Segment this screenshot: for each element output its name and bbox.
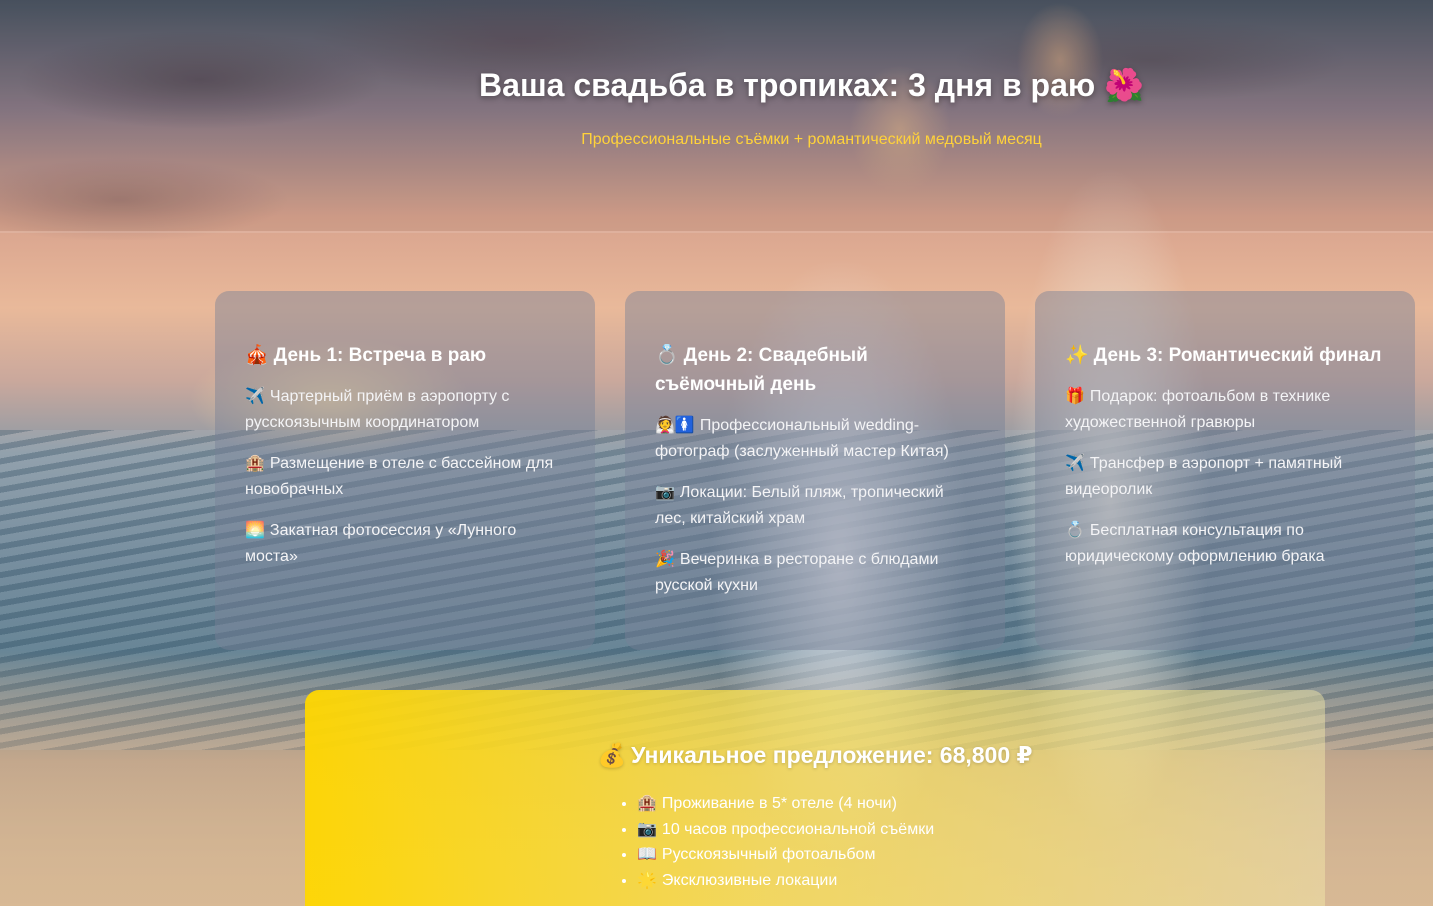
landing-page: Ваша свадьба в тропиках: 3 дня в раю 🌺 П…: [0, 0, 1433, 906]
list-item: 🎁 Подарок: фотоальбом в технике художеств…: [1065, 384, 1387, 436]
list-item-text: Размещение в отеле с бассейном для новоб…: [245, 455, 554, 498]
sunrise-icon: 🌅: [245, 522, 265, 539]
list-item: 🌅 Закатная фотосессия у «Лунного моста»: [245, 518, 567, 570]
page-title-text: Ваша свадьба в тропиках: 3 дня в раю: [479, 67, 1096, 103]
page-subtitle: Профессиональные съёмки + романтический …: [581, 131, 1042, 148]
list-item: 📖Русскоязычный фотоальбом: [637, 842, 1325, 868]
hotel-icon: 🏨: [245, 455, 265, 472]
list-item-text: Трансфер в аэропорт + памятный видеороли…: [1065, 455, 1343, 498]
list-item-text: Локации: Белый пляж, тропический лес, ки…: [655, 484, 944, 527]
list-item: 📷10 часов профессиональной съёмки: [637, 817, 1325, 843]
list-item: 💍 Бесплатная консультация по юридическому…: [1065, 518, 1387, 570]
day-card-1: 🎪 День 1: Встреча в раю ✈️ Чартерный приём…: [215, 291, 595, 650]
offer-block: 💰Уникальное предложение: 68,800 ₽ 🏨Прожи…: [305, 690, 1325, 906]
list-item-text: Закатная фотосессия у «Лунного моста»: [245, 522, 517, 565]
camera-icon: 📷: [655, 484, 675, 501]
list-item-text: 10 часов профессиональной съёмки: [661, 820, 935, 838]
list-item: ✈️ Чартерный приём в аэропорту с русскояз…: [245, 384, 567, 436]
list-item-text: Проживание в 5* отеле (4 ночи): [661, 795, 897, 812]
offer-title-text: Уникальное предложение: 68,800 ₽: [631, 742, 1033, 768]
star-icon: 🌟: [637, 872, 657, 890]
list-item: 👰🚺 Профессиональный wedding-фотограф (зас…: [655, 413, 977, 465]
day-card-title: 💍 День 2: Свадебный съёмочный день: [655, 341, 977, 399]
list-item: 🏨 Размещение в отеле с бассейном для ново…: [245, 451, 567, 503]
list-item-text: Профессиональный wedding-фотограф (заслу…: [655, 417, 949, 460]
money-bag-icon: 💰: [597, 742, 627, 768]
list-item: 🌟Эксклюзивные локации: [637, 868, 1325, 894]
list-item-text: Бесплатная консультация по юридическому …: [1065, 522, 1325, 565]
airplane-icon: ✈️: [245, 388, 265, 405]
camera-icon: 📷: [637, 820, 657, 838]
list-item-text: Русскоязычный фотоальбом: [661, 846, 876, 864]
day-card-title: 🎪 День 1: Встреча в раю: [245, 341, 567, 370]
ring-icon: 💍: [1065, 522, 1085, 539]
list-item: 🏨Проживание в 5* отеле (4 ночи): [637, 791, 1325, 817]
day-card-title: ✨ День 3: Романтический финал: [1065, 341, 1387, 370]
party-popper-icon: 🎉: [655, 551, 675, 568]
bride-icon: 👰🚺: [655, 417, 695, 434]
list-item: 📷 Локации: Белый пляж, тропический лес, к…: [655, 480, 977, 532]
list-item-text: Подарок: фотоальбом в технике художестве…: [1065, 388, 1331, 431]
day-card-list: 🎁 Подарок: фотоальбом в технике художеств…: [1065, 384, 1387, 570]
day-card-3: ✨ День 3: Романтический финал 🎁 Подарок: ф…: [1035, 291, 1415, 650]
hero-divider: [0, 231, 1433, 233]
day-card-title-text: День 1: Встреча в раю: [273, 345, 487, 366]
gift-icon: 🎁: [1065, 388, 1085, 405]
day-card-2: 💍 День 2: Свадебный съёмочный день 👰🚺 Проф…: [625, 291, 1005, 650]
page-title: Ваша свадьба в тропиках: 3 дня в раю 🌺: [0, 66, 1433, 104]
day-card-title-text: День 3: Романтический финал: [1093, 345, 1382, 366]
day-card-title-text: День 2: Свадебный съёмочный день: [655, 345, 868, 395]
list-item-text: Чартерный приём в аэропорту с русскоязыч…: [245, 388, 510, 431]
list-item-text: Вечеринка в ресторане с блюдами русской …: [655, 551, 939, 594]
hibiscus-icon: 🌺: [1104, 67, 1144, 103]
list-item: 🎉 Вечеринка в ресторане с блюдами русской…: [655, 547, 977, 599]
circus-tent-icon: 🎪: [245, 345, 269, 366]
list-item-text: Эксклюзивные локации: [661, 872, 838, 890]
offer-title: 💰 Уникальное предложение: 68,800 ₽: [305, 742, 1325, 769]
ring-icon: 💍: [655, 345, 679, 366]
list-item: ✈️ Трансфер в аэропорт + памятный видеоро…: [1065, 451, 1387, 503]
day-card-list: 👰🚺 Профессиональный wedding-фотограф (зас…: [655, 413, 977, 599]
book-icon: 📖: [637, 846, 657, 864]
hotel-icon: 🏨: [637, 795, 657, 812]
airplane-icon: ✈️: [1065, 455, 1085, 472]
offer-list: 🏨Проживание в 5* отеле (4 ночи) 📷10 часо…: [305, 791, 1325, 894]
day-card-list: ✈️ Чартерный приём в аэропорту с русскояз…: [245, 384, 567, 570]
hero-section: Ваша свадьба в тропиках: 3 дня в раю 🌺 П…: [0, 0, 1433, 231]
sparkles-icon: ✨: [1065, 345, 1089, 366]
